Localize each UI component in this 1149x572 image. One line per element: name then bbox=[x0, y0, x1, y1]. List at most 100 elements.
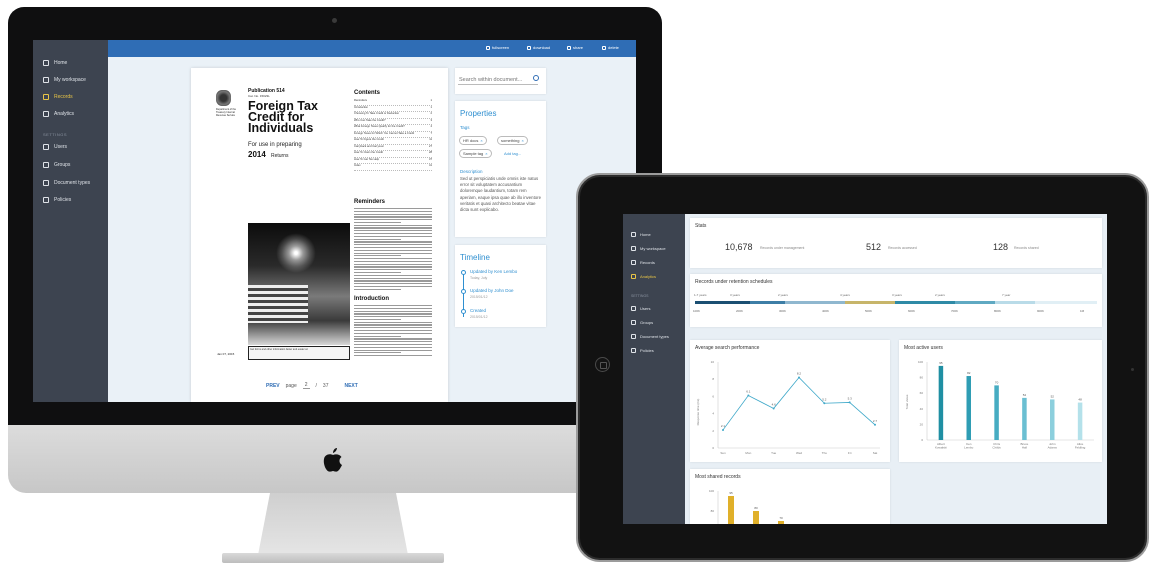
toc-entry-page: 7 bbox=[430, 131, 433, 135]
next-page-button[interactable]: NEXT bbox=[344, 383, 357, 389]
folder-icon bbox=[631, 260, 636, 265]
cover-caption-box: Get forms and other information faster a… bbox=[248, 346, 350, 360]
text-line bbox=[354, 227, 432, 229]
retention-year-label: 7 year bbox=[1002, 293, 1011, 297]
toc-entry-page: 1 bbox=[430, 99, 433, 102]
sidebar-item-label: Users bbox=[640, 306, 651, 311]
y-tick-label: 20 bbox=[920, 422, 924, 426]
sidebar-item-label: Users bbox=[54, 144, 68, 150]
sidebar-item-home[interactable]: Home bbox=[43, 60, 67, 66]
retention-segment[interactable] bbox=[845, 301, 895, 304]
sidebar-item-policies[interactable]: Policies bbox=[43, 197, 71, 203]
sidebar-item-my-workspace[interactable]: My workspace bbox=[631, 246, 666, 251]
retention-card: Records under retention schedules 1-7 ye… bbox=[690, 274, 1102, 327]
y-tick-label: 2 bbox=[712, 429, 714, 433]
document-types-icon bbox=[43, 180, 49, 186]
catalog-number: Cat. No. 15023L bbox=[248, 94, 270, 98]
data-label: 95 bbox=[729, 491, 733, 495]
text-line bbox=[354, 263, 432, 265]
retention-year-label: 2 years bbox=[778, 293, 788, 297]
download-button[interactable]: download bbox=[527, 45, 550, 50]
sidebar-item-users[interactable]: Users bbox=[43, 144, 67, 150]
toc-entry-title: How To Get Tax Help bbox=[354, 157, 380, 161]
document-types-icon bbox=[631, 334, 636, 339]
data-label: 82 bbox=[967, 371, 971, 375]
document-toolbar: fullscreen download share delete bbox=[108, 40, 636, 57]
publication-date: Jan 07, 2015 bbox=[217, 352, 235, 356]
sidebar-item-policies[interactable]: Policies bbox=[631, 348, 654, 353]
tag-chip[interactable]: Sample tag × bbox=[459, 149, 492, 158]
retention-segment[interactable] bbox=[785, 301, 845, 304]
users-icon bbox=[631, 306, 636, 311]
stat-label: Records shared bbox=[1014, 246, 1039, 250]
retention-segment[interactable] bbox=[955, 301, 995, 304]
retention-segment[interactable] bbox=[695, 301, 750, 304]
prev-page-button[interactable]: PREV bbox=[266, 383, 280, 389]
timeline-dot bbox=[461, 270, 466, 275]
fullscreen-button[interactable]: fullscreen bbox=[486, 45, 509, 50]
sidebar-item-home[interactable]: Home bbox=[631, 232, 651, 237]
series-line bbox=[722, 376, 876, 431]
retention-segment[interactable] bbox=[995, 301, 1035, 304]
groups-icon bbox=[43, 162, 49, 168]
document-search-input[interactable] bbox=[458, 76, 538, 85]
toc-entry[interactable]: Index 41 bbox=[354, 164, 432, 171]
sidebar-item-groups[interactable]: Groups bbox=[631, 320, 653, 325]
y-axis-title: Response time (ms) bbox=[696, 399, 700, 426]
sidebar-item-records[interactable]: Records bbox=[43, 94, 73, 100]
sidebar-item-my-workspace[interactable]: My workspace bbox=[43, 77, 86, 83]
sidebar-item-groups[interactable]: Groups bbox=[43, 162, 70, 168]
sidebar-item-label: Policies bbox=[54, 197, 72, 203]
data-point bbox=[848, 401, 851, 404]
add-tag-input[interactable]: Add tag... bbox=[504, 151, 521, 156]
search-icon[interactable] bbox=[533, 75, 539, 81]
y-tick-label: 0 bbox=[712, 446, 714, 450]
text-line bbox=[354, 288, 401, 290]
sidebar-item-document-types[interactable]: Document types bbox=[43, 180, 90, 186]
tag-chip[interactable]: something × bbox=[497, 136, 528, 145]
remove-tag-icon[interactable]: × bbox=[485, 151, 487, 156]
text-line bbox=[354, 246, 432, 249]
description-text[interactable]: Sed ut perspiciatis unde omnis iste natu… bbox=[460, 176, 543, 213]
text-line bbox=[354, 341, 432, 343]
retention-year-label: 1-7 years bbox=[694, 293, 707, 297]
text-line bbox=[354, 233, 432, 235]
analytics-icon bbox=[43, 111, 49, 117]
bar bbox=[728, 496, 734, 524]
y-tick-label: 10 bbox=[711, 360, 715, 364]
page-number-input[interactable]: 2 bbox=[302, 382, 310, 389]
text-line bbox=[354, 332, 432, 334]
tag-chip[interactable]: HR docs × bbox=[459, 136, 487, 145]
remove-tag-icon[interactable]: × bbox=[480, 138, 482, 143]
retention-segment[interactable] bbox=[1035, 301, 1097, 304]
remove-tag-icon[interactable]: × bbox=[521, 138, 523, 143]
sidebar-item-records[interactable]: Records bbox=[631, 260, 655, 265]
toc-entry-page: 2 bbox=[430, 112, 433, 115]
toc-entry-page: 11 bbox=[429, 138, 432, 141]
bar bbox=[938, 365, 944, 440]
sidebar-item-analytics[interactable]: Analytics bbox=[43, 111, 74, 117]
toc-entry-title: Reminders bbox=[354, 99, 367, 102]
delete-button[interactable]: delete bbox=[602, 45, 619, 50]
toc-entry-title: How To Figure the Credit bbox=[354, 138, 384, 141]
page-separator: / bbox=[315, 382, 317, 389]
share-button[interactable]: share bbox=[567, 45, 583, 50]
text-line bbox=[354, 230, 432, 232]
sidebar-item-analytics[interactable]: Analytics bbox=[631, 274, 656, 279]
sidebar-item-document-types[interactable]: Document types bbox=[631, 334, 669, 339]
tablet-screen: Home My workspace Records Analytics SETT… bbox=[623, 214, 1107, 524]
description-label: Description bbox=[460, 169, 483, 174]
bar bbox=[753, 511, 759, 524]
home-icon bbox=[43, 60, 49, 66]
sidebar-item-users[interactable]: Users bbox=[631, 306, 650, 311]
retention-tick: 900K bbox=[1037, 309, 1045, 313]
timeline-event-title: Updated by John Doe bbox=[470, 288, 514, 293]
retention-tick: 1M bbox=[1080, 309, 1085, 313]
retention-segment[interactable] bbox=[895, 301, 955, 304]
imac-stand-base bbox=[222, 553, 444, 563]
text-line bbox=[354, 252, 432, 254]
bar bbox=[994, 385, 999, 440]
retention-segment[interactable] bbox=[750, 301, 785, 304]
text-line bbox=[354, 241, 432, 243]
toc-entry-title: Who Can Take the Credit? bbox=[354, 118, 386, 122]
